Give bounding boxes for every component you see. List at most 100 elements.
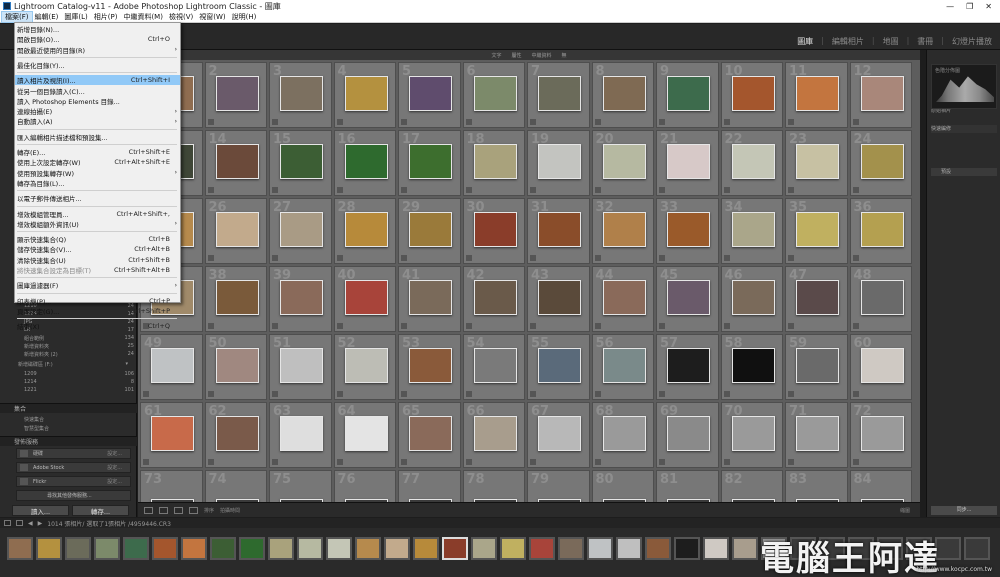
photo-thumbnail[interactable] — [344, 212, 388, 247]
flag-icon[interactable] — [207, 119, 214, 125]
flag-icon[interactable] — [723, 391, 730, 397]
service-setup-link[interactable]: 設定... — [107, 478, 130, 485]
flag-icon[interactable] — [530, 323, 536, 329]
filmstrip-thumbnail[interactable] — [268, 537, 294, 560]
menu-item[interactable]: 使用上次設定轉存(W) Ctrl+Alt+Shift+E — [15, 157, 180, 167]
flag-icon[interactable] — [401, 459, 407, 465]
grid-cell[interactable]: 55 — [527, 334, 590, 400]
photo-thumbnail[interactable] — [538, 212, 581, 247]
flag-icon[interactable] — [788, 187, 794, 193]
filmstrip-thumbnail[interactable] — [732, 537, 758, 560]
publish-services-header[interactable]: 發佈服務 — [0, 436, 137, 446]
photo-thumbnail[interactable] — [731, 280, 775, 315]
survey-view-icon[interactable] — [189, 506, 198, 514]
photo-thumbnail[interactable] — [602, 144, 646, 179]
grid-cell[interactable]: 43 — [527, 266, 590, 332]
filmstrip-thumbnail[interactable] — [94, 537, 120, 560]
filter-tab-3[interactable]: 無 — [562, 52, 567, 59]
grid-cell[interactable]: 78 — [462, 470, 525, 502]
import-button[interactable]: 讀入... — [12, 505, 69, 516]
photo-thumbnail[interactable] — [344, 348, 388, 383]
photo-thumbnail[interactable] — [473, 76, 517, 111]
publish-service-1[interactable]: Adobe Stock 設定... — [16, 462, 131, 473]
filmstrip-thumbnail[interactable] — [500, 537, 526, 560]
filmstrip-thumbnail[interactable] — [442, 537, 468, 560]
menu-item[interactable]: 儲存快速集合(V)... Ctrl+Alt+B — [15, 244, 180, 254]
folder-row[interactable]: 1214 8 — [24, 379, 134, 386]
menu-4[interactable]: 中繼資料(M) — [120, 12, 166, 22]
grid-cell[interactable]: 79 — [527, 470, 590, 502]
grid-cell[interactable]: 75 — [269, 470, 332, 502]
photo-thumbnail[interactable] — [796, 416, 839, 451]
filmstrip-thumbnail[interactable] — [326, 537, 352, 560]
grid-cell[interactable]: 2 — [204, 62, 267, 128]
flag-icon[interactable] — [401, 119, 407, 125]
secondary-display-icon[interactable] — [16, 520, 23, 526]
photo-thumbnail[interactable] — [280, 212, 323, 247]
flag-icon[interactable] — [465, 459, 472, 465]
photo-thumbnail[interactable] — [731, 144, 775, 179]
grid-cell[interactable]: 11 — [785, 62, 848, 128]
filmstrip-thumbnail[interactable] — [413, 537, 439, 560]
forward-icon[interactable]: ▶ — [38, 520, 43, 527]
photo-thumbnail[interactable] — [215, 280, 259, 315]
filmstrip-thumbnail[interactable] — [181, 537, 207, 560]
photo-thumbnail[interactable] — [602, 76, 646, 111]
flag-icon[interactable] — [594, 255, 601, 261]
photo-thumbnail[interactable] — [538, 416, 581, 451]
grid-cell[interactable]: 20 — [591, 130, 654, 196]
flag-icon[interactable] — [336, 459, 343, 465]
photo-thumbnail[interactable] — [473, 280, 517, 315]
photo-thumbnail[interactable] — [151, 348, 194, 383]
flag-icon[interactable] — [594, 391, 601, 397]
filter-tab-1[interactable]: 屬性 — [511, 52, 521, 59]
flag-icon[interactable] — [336, 187, 343, 193]
flag-icon[interactable] — [207, 323, 214, 329]
minimize-icon[interactable]: — — [946, 2, 954, 11]
flag-icon[interactable] — [659, 187, 665, 193]
maximize-icon[interactable]: ❐ — [966, 2, 973, 11]
photo-thumbnail[interactable] — [667, 348, 710, 383]
menu-7[interactable]: 說明(H) — [229, 12, 260, 22]
flag-icon[interactable] — [336, 391, 343, 397]
grid-cell[interactable]: 45 — [656, 266, 719, 332]
filmstrip-thumbnail[interactable] — [152, 537, 178, 560]
grid-cell[interactable]: 6 — [462, 62, 525, 128]
photo-thumbnail[interactable] — [344, 76, 388, 111]
grid-cell[interactable]: 46 — [720, 266, 783, 332]
filmstrip-thumbnail[interactable] — [529, 537, 555, 560]
menu-item[interactable]: 增效模組管理員... Ctrl+Alt+Shift+, — [15, 209, 180, 219]
photo-thumbnail[interactable] — [473, 416, 517, 451]
grid-cell[interactable]: 82 — [720, 470, 783, 502]
flag-icon[interactable] — [272, 187, 278, 193]
quick-develop-header[interactable]: 快速編修 — [931, 125, 997, 133]
photo-thumbnail[interactable] — [409, 416, 452, 451]
close-icon[interactable]: ✕ — [985, 2, 992, 11]
flag-icon[interactable] — [788, 391, 794, 397]
filmstrip-thumbnail[interactable] — [239, 537, 265, 560]
grid-cell[interactable]: 80 — [591, 470, 654, 502]
menu-item[interactable]: 匯入編輯相片描述檔和預設集... — [15, 132, 180, 142]
grid-cell[interactable]: 41 — [398, 266, 461, 332]
flag-icon[interactable] — [852, 187, 859, 193]
grid-cell[interactable]: 7 — [527, 62, 590, 128]
folder-row[interactable]: 組合範例 134 — [24, 335, 134, 342]
flag-icon[interactable] — [530, 391, 536, 397]
photo-thumbnail[interactable] — [796, 144, 839, 179]
photo-thumbnail[interactable] — [667, 280, 710, 315]
grid-cell[interactable]: 28 — [333, 198, 396, 264]
photo-thumbnail[interactable] — [602, 212, 646, 247]
photo-thumbnail[interactable] — [409, 144, 452, 179]
grid-cell[interactable]: 44 — [591, 266, 654, 332]
flag-icon[interactable] — [594, 323, 601, 329]
flag-icon[interactable] — [852, 119, 859, 125]
filmstrip-thumbnail[interactable] — [123, 537, 149, 560]
flag-icon[interactable] — [594, 459, 601, 465]
photo-thumbnail[interactable] — [860, 144, 904, 179]
menu-item[interactable]: 自動讀入(A) › — [15, 116, 180, 127]
filmstrip-thumbnail[interactable] — [703, 537, 729, 560]
photo-thumbnail[interactable] — [473, 348, 517, 383]
flag-icon[interactable] — [852, 255, 859, 261]
filmstrip-thumbnail[interactable] — [65, 537, 91, 560]
flag-icon[interactable] — [659, 119, 665, 125]
